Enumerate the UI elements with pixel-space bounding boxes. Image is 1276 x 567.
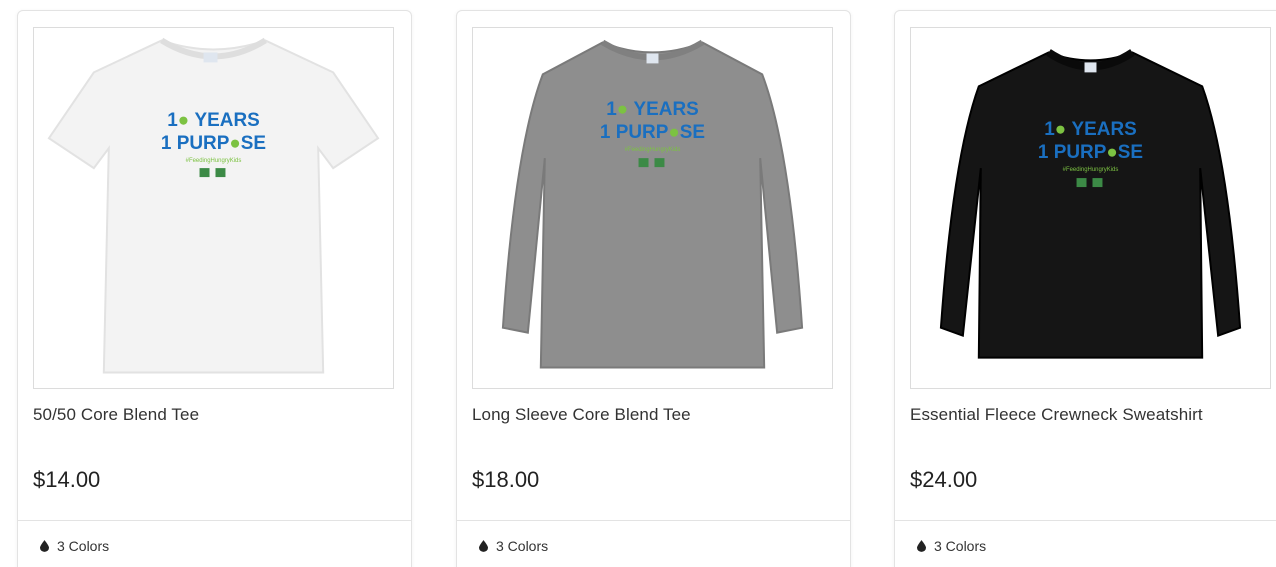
svg-text:1● YEARS: 1● YEARS <box>167 110 260 131</box>
product-card[interactable]: 1● YEARS 1 PURP●SE #FeedingHungryKids 50… <box>17 10 412 567</box>
product-grid: 1● YEARS 1 PURP●SE #FeedingHungryKids 50… <box>0 0 1276 567</box>
tshirt-image: 1● YEARS 1 PURP●SE #FeedingHungryKids <box>47 37 380 374</box>
svg-text:1● YEARS: 1● YEARS <box>606 99 699 120</box>
product-price: $14.00 <box>33 467 101 492</box>
product-price: $18.00 <box>472 467 540 492</box>
product-title[interactable]: Essential Fleece Crewneck Sweatshirt <box>910 405 1203 425</box>
color-count-label: 3 Colors <box>496 538 549 554</box>
color-count: 3 Colors <box>40 538 109 554</box>
divider <box>18 520 411 521</box>
divider <box>895 520 1276 521</box>
drop-icon <box>917 540 926 552</box>
product-card[interactable]: 1● YEARS 1 PURP●SE #FeedingHungryKids Lo… <box>456 10 851 567</box>
product-title[interactable]: Long Sleeve Core Blend Tee <box>472 405 691 425</box>
drop-icon <box>40 540 49 552</box>
svg-text:1● YEARS: 1● YEARS <box>1044 119 1137 140</box>
divider <box>457 520 850 521</box>
svg-text:1 PURP●SE: 1 PURP●SE <box>161 133 266 154</box>
color-count-label: 3 Colors <box>57 538 110 554</box>
svg-text:1 PURP●SE: 1 PURP●SE <box>600 122 705 143</box>
product-title[interactable]: 50/50 Core Blend Tee <box>33 405 199 425</box>
product-price: $24.00 <box>910 467 978 492</box>
svg-text:1 PURP●SE: 1 PURP●SE <box>1038 142 1143 163</box>
product-image[interactable]: 1● YEARS 1 PURP●SE #FeedingHungryKids <box>472 27 833 389</box>
color-count: 3 Colors <box>917 538 986 554</box>
svg-text:#FeedingHungryKids: #FeedingHungryKids <box>186 158 242 164</box>
sweatshirt-image: 1● YEARS 1 PURP●SE #FeedingHungryKids <box>939 49 1242 359</box>
svg-text:#FeedingHungryKids: #FeedingHungryKids <box>625 147 681 153</box>
long-sleeve-tee-image: 1● YEARS 1 PURP●SE #FeedingHungryKids <box>501 39 804 369</box>
color-count: 3 Colors <box>479 538 548 554</box>
product-image[interactable]: 1● YEARS 1 PURP●SE #FeedingHungryKids <box>33 27 394 389</box>
color-count-label: 3 Colors <box>934 538 987 554</box>
product-image[interactable]: 1● YEARS 1 PURP●SE #FeedingHungryKids <box>910 27 1271 389</box>
product-card[interactable]: 1● YEARS 1 PURP●SE #FeedingHungryKids Es… <box>894 10 1276 567</box>
svg-text:#FeedingHungryKids: #FeedingHungryKids <box>1063 167 1119 173</box>
drop-icon <box>479 540 488 552</box>
